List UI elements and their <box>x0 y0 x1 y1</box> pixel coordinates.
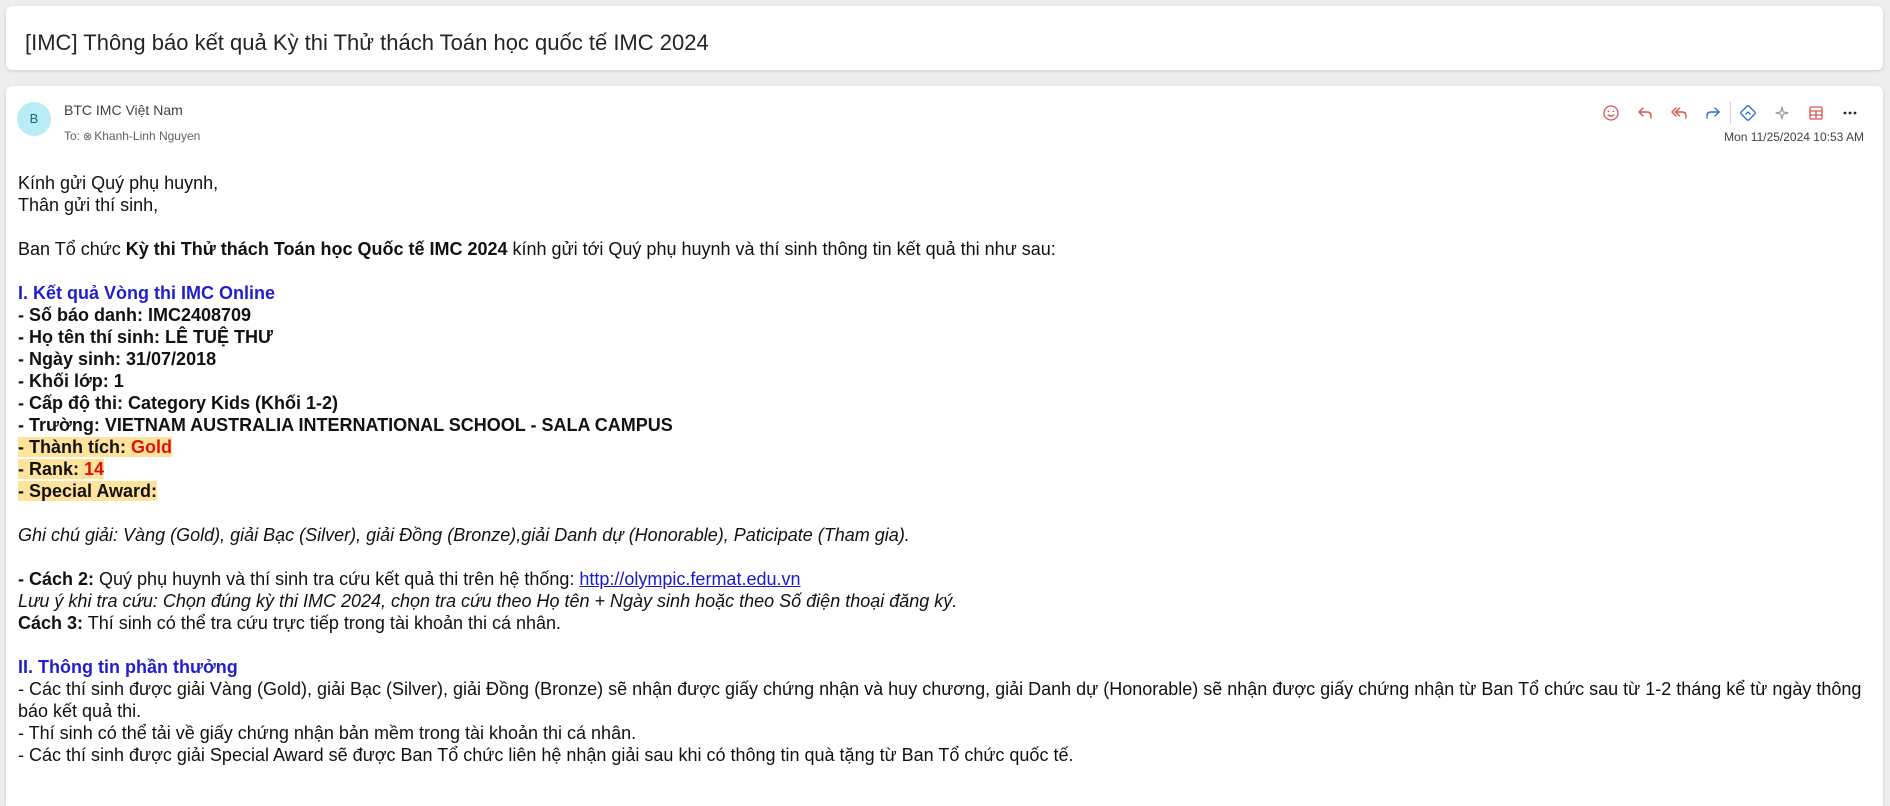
reply-icon <box>1638 107 1652 119</box>
email-body: Kính gửi Quý phụ huynh, Thân gửi thí sin… <box>18 172 1873 766</box>
detail-line: - Cấp độ thi: Category Kids (Khối 1-2) <box>18 393 339 413</box>
achievement-line: - Thành tích: Gold <box>18 437 172 457</box>
award-info-line: - Các thí sinh được giải Vàng (Gold), gi… <box>18 679 1862 721</box>
recipient-status-icon: ⊗ <box>83 131 93 143</box>
sparkle-icon <box>1775 106 1789 120</box>
forward-button[interactable] <box>1696 101 1730 125</box>
translate-button[interactable] <box>1731 101 1765 125</box>
exam-name: Kỳ thi Thử thách Toán học Quốc tế IMC 20… <box>125 239 508 259</box>
method2-line: - Cách 2: Quý phụ huynh và thí sinh tra … <box>18 569 801 589</box>
lookup-note: Lưu ý khi tra cứu: Chọn đúng kỳ thi IMC … <box>18 591 958 611</box>
translate-icon <box>1740 105 1756 121</box>
message-pane: B BTC IMC Việt Nam To: ⊗ Khanh-Linh Nguyen <box>6 86 1883 806</box>
award-info-line: - Các thí sinh được giải Special Award s… <box>18 745 1074 765</box>
section1-title: I. Kết quả Vòng thi IMC Online <box>18 283 275 303</box>
smiley-icon <box>1603 105 1619 121</box>
award-info-line: - Thí sinh có thể tải về giấy chứng nhận… <box>18 723 637 743</box>
recipient-line: To: ⊗ Khanh-Linh Nguyen <box>64 129 200 143</box>
detail-line: - Khối lớp: 1 <box>18 371 124 391</box>
intro-paragraph: Ban Tổ chức Kỳ thi Thử thách Toán học Qu… <box>18 239 1056 259</box>
sender-name[interactable]: BTC IMC Việt Nam <box>64 102 183 118</box>
reaction-button[interactable] <box>1594 101 1628 125</box>
rank-line: - Rank: 14 <box>18 459 105 479</box>
reply-button[interactable] <box>1628 101 1662 125</box>
message-toolbar <box>1594 101 1867 125</box>
reply-all-icon <box>1671 107 1687 119</box>
grid-app-icon <box>1809 106 1823 120</box>
sent-date: Mon 11/25/2024 10:53 AM <box>1724 130 1864 144</box>
more-button[interactable] <box>1833 101 1867 125</box>
reply-all-button[interactable] <box>1662 101 1696 125</box>
subject-header: [IMC] Thông báo kết quả Kỳ thi Thử thách… <box>6 6 1883 70</box>
detail-line: - Trường: VIETNAM AUSTRALIA INTERNATIONA… <box>18 415 673 435</box>
detail-line: - Họ tên thí sinh: LÊ TUỆ THƯ <box>18 327 273 347</box>
detail-line: - Ngày sinh: 31/07/2018 <box>18 349 217 369</box>
award-note: Ghi chú giải: Vàng (Gold), giải Bạc (Sil… <box>18 525 910 545</box>
email-subject: [IMC] Thông báo kết quả Kỳ thi Thử thách… <box>25 30 709 55</box>
section2-title: II. Thông tin phần thưởng <box>18 657 238 677</box>
to-label: To: <box>64 129 81 143</box>
sender-avatar[interactable]: B <box>17 102 51 136</box>
method3-line: Cách 3: Thí sinh có thể tra cứu trực tiế… <box>18 613 562 633</box>
detail-line: - Số báo danh: IMC2408709 <box>18 305 252 325</box>
more-icon <box>1843 111 1857 115</box>
apps-button[interactable] <box>1799 101 1833 125</box>
achievement-value: Gold <box>130 437 172 457</box>
rank-value: 14 <box>84 459 105 479</box>
result-lookup-link[interactable]: http://olympic.fermat.edu.vn <box>579 569 800 589</box>
forward-icon <box>1706 107 1720 119</box>
greeting-parents: Kính gửi Quý phụ huynh, <box>18 173 219 193</box>
recipient-name[interactable]: Khanh-Linh Nguyen <box>94 129 200 143</box>
special-award-line: - Special Award: <box>18 481 158 501</box>
sparkle-button[interactable] <box>1765 101 1799 125</box>
greeting-candidate: Thân gửi thí sinh, <box>18 195 159 215</box>
